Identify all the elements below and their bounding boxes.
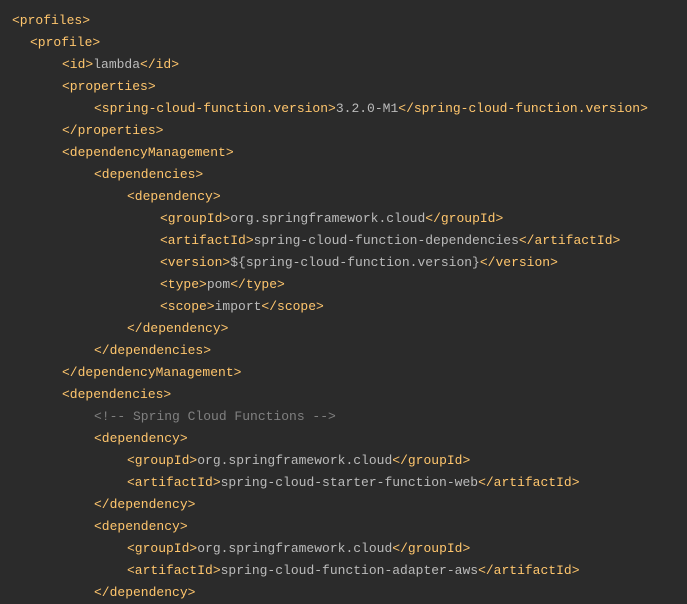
xml-tag: </version> <box>480 255 558 270</box>
xml-variable: ${spring-cloud-function.version} <box>230 255 480 270</box>
code-line: </properties> <box>0 120 687 142</box>
xml-comment: <!-- Spring Cloud Functions --> <box>94 409 336 424</box>
xml-tag: <type> <box>160 277 207 292</box>
code-line: <id>lambda</id> <box>0 54 687 76</box>
xml-text: spring-cloud-starter-function-web <box>221 475 478 490</box>
xml-text: org.springframework.cloud <box>197 541 392 556</box>
xml-text: lambda <box>93 57 140 72</box>
xml-tag: </groupId> <box>392 541 470 556</box>
xml-tag: <dependencies> <box>94 167 203 182</box>
xml-tag: </dependencies> <box>94 343 211 358</box>
xml-tag: </dependency> <box>94 585 195 600</box>
xml-tag: </properties> <box>62 123 163 138</box>
xml-tag: </artifactId> <box>519 233 620 248</box>
xml-tag: <scope> <box>160 299 215 314</box>
xml-tag: </id> <box>140 57 179 72</box>
xml-tag: <artifactId> <box>127 475 221 490</box>
xml-text: spring-cloud-function-adapter-aws <box>221 563 478 578</box>
xml-text: import <box>215 299 262 314</box>
xml-tag: <properties> <box>62 79 156 94</box>
code-line: </dependencies> <box>0 340 687 362</box>
code-line: <dependencies> <box>0 164 687 186</box>
code-line: <artifactId>spring-cloud-function-adapte… <box>0 560 687 582</box>
xml-text: 3.2.0-M1 <box>336 101 398 116</box>
code-line: </dependency> <box>0 582 687 604</box>
xml-text: org.springframework.cloud <box>230 211 425 226</box>
xml-tag: <dependencyManagement> <box>62 145 234 160</box>
xml-tag: </dependency> <box>94 497 195 512</box>
xml-tag: </scope> <box>261 299 323 314</box>
xml-tag: </dependencyManagement> <box>62 365 241 380</box>
xml-tag: <dependencies> <box>62 387 171 402</box>
code-line: <dependency> <box>0 186 687 208</box>
code-line: <groupId>org.springframework.cloud</grou… <box>0 450 687 472</box>
code-line: </dependencyManagement> <box>0 362 687 384</box>
xml-tag: </groupId> <box>425 211 503 226</box>
code-line: <groupId>org.springframework.cloud</grou… <box>0 208 687 230</box>
xml-tag: <dependency> <box>94 431 188 446</box>
xml-tag: <artifactId> <box>127 563 221 578</box>
xml-tag: <spring-cloud-function.version> <box>94 101 336 116</box>
xml-tag: <artifactId> <box>160 233 254 248</box>
code-line: <scope>import</scope> <box>0 296 687 318</box>
xml-tag: <groupId> <box>160 211 230 226</box>
code-line: <groupId>org.springframework.cloud</grou… <box>0 538 687 560</box>
code-line: <dependencyManagement> <box>0 142 687 164</box>
code-line: </dependency> <box>0 494 687 516</box>
xml-tag: <id> <box>62 57 93 72</box>
code-line: <artifactId>spring-cloud-starter-functio… <box>0 472 687 494</box>
xml-text: pom <box>207 277 230 292</box>
xml-tag: </type> <box>230 277 285 292</box>
code-line: </dependency> <box>0 318 687 340</box>
code-line: <spring-cloud-function.version>3.2.0-M1<… <box>0 98 687 120</box>
xml-tag: <groupId> <box>127 541 197 556</box>
code-line: <properties> <box>0 76 687 98</box>
xml-tag: </dependency> <box>127 321 228 336</box>
code-editor[interactable]: <profiles> <profile> <id>lambda</id> <pr… <box>0 10 687 604</box>
xml-text: spring-cloud-function-dependencies <box>254 233 519 248</box>
code-line: <!-- Spring Cloud Functions --> <box>0 406 687 428</box>
xml-tag: <dependency> <box>94 519 188 534</box>
xml-tag: <profile> <box>30 35 100 50</box>
xml-tag: <version> <box>160 255 230 270</box>
xml-tag: <groupId> <box>127 453 197 468</box>
code-line: <dependency> <box>0 428 687 450</box>
code-line: <type>pom</type> <box>0 274 687 296</box>
xml-tag: <dependency> <box>127 189 221 204</box>
code-line: <dependency> <box>0 516 687 538</box>
code-line: <artifactId>spring-cloud-function-depend… <box>0 230 687 252</box>
xml-tag: <profiles> <box>12 13 90 28</box>
code-line: <dependencies> <box>0 384 687 406</box>
xml-tag: </artifactId> <box>478 475 579 490</box>
xml-text: org.springframework.cloud <box>197 453 392 468</box>
code-line: <version>${spring-cloud-function.version… <box>0 252 687 274</box>
xml-tag: </artifactId> <box>478 563 579 578</box>
code-line: <profiles> <box>0 10 687 32</box>
xml-tag: </groupId> <box>392 453 470 468</box>
xml-tag: </spring-cloud-function.version> <box>398 101 648 116</box>
code-line: <profile> <box>0 32 687 54</box>
